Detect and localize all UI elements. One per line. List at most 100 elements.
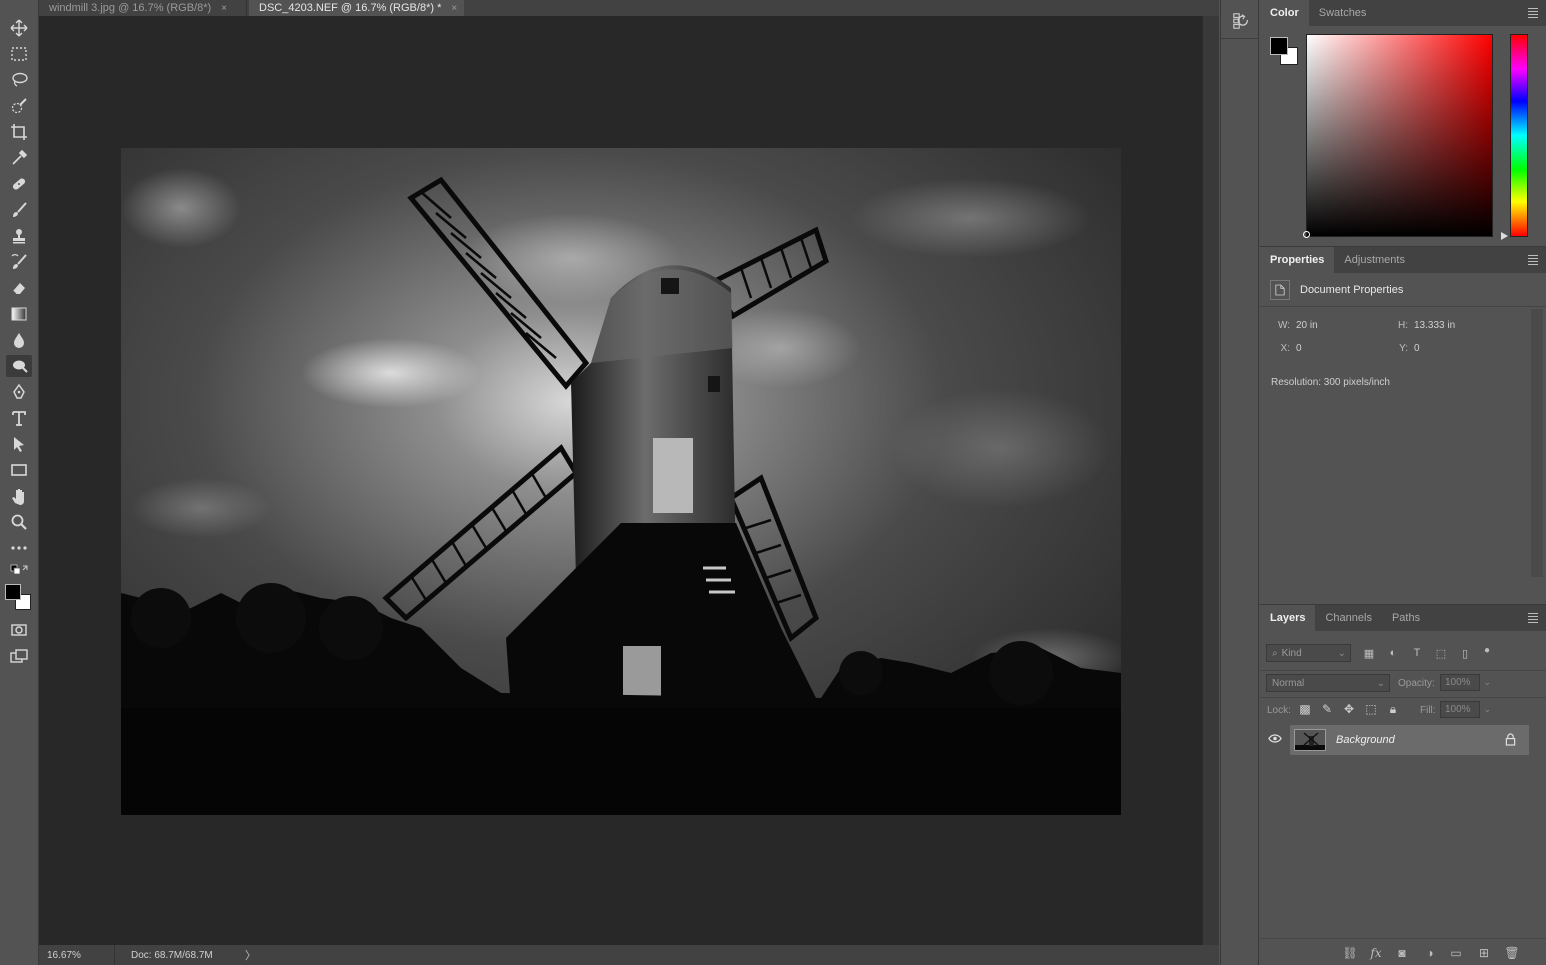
zoom-tool-icon[interactable] [6,511,32,533]
tab-paths[interactable]: Paths [1382,605,1430,631]
fill-value: 100% [1445,704,1471,715]
lock-transparent-pixels-icon[interactable]: ▩ [1298,702,1312,716]
new-group-folder-icon[interactable]: ▭ [1448,945,1464,961]
spectrum-picker-marker[interactable] [1303,231,1310,238]
more-tools-icon[interactable] [6,537,32,559]
hue-slider-marker[interactable] [1501,232,1508,240]
panel-menu-icon[interactable] [1528,253,1538,267]
layer-visibility-eye-icon[interactable] [1268,733,1284,747]
add-layer-mask-icon[interactable]: ◙ [1394,945,1410,961]
panel-menu-icon[interactable] [1528,6,1538,20]
layer-style-fx-icon[interactable]: fx [1368,945,1384,961]
brush-tool-icon[interactable] [6,199,32,221]
layer-name[interactable]: Background [1336,734,1395,746]
layer-kind-filter[interactable]: ⌕ Kind ⌄ [1266,644,1351,662]
document-tab-windmill[interactable]: windmill 3.jpg @ 16.7% (RGB/8*) × [39,0,247,16]
blur-tool-icon[interactable] [6,329,32,351]
rectangle-tool-icon[interactable] [6,459,32,481]
lock-label: Lock: [1267,705,1291,716]
properties-scrollbar[interactable] [1531,309,1543,577]
history-panel-icon[interactable] [1230,10,1252,32]
eyedropper-tool-icon[interactable] [6,147,32,169]
document-canvas[interactable] [39,16,1202,945]
height-value[interactable]: 13.333 in [1414,320,1455,331]
adjustment-layer-filter-icon[interactable]: ◐ [1386,646,1400,660]
type-tool-icon[interactable] [6,407,32,429]
quick-mask-icon[interactable] [6,619,32,641]
opacity-value: 100% [1445,677,1471,688]
layer-filter-row: ⌕ Kind ⌄ ▦ ◐ T ⬚ ▯ ● [1260,641,1546,665]
dock-divider [1221,38,1259,39]
collapsed-panel-dock [1220,0,1259,965]
pixel-layer-filter-icon[interactable]: ▦ [1362,646,1376,660]
x-field[interactable]: X: 0 [1270,343,1302,354]
quick-selection-tool-icon[interactable] [6,95,32,117]
width-value[interactable]: 20 in [1296,320,1318,331]
smart-object-filter-icon[interactable]: ▯ [1458,646,1472,660]
lock-image-pixels-icon[interactable]: ✎ [1320,702,1334,716]
tab-layers[interactable]: Layers [1260,605,1316,631]
pen-tool-icon[interactable] [6,381,32,403]
height-label: H: [1398,320,1408,331]
healing-brush-tool-icon[interactable] [6,173,32,195]
foreground-color-swatch[interactable] [5,584,21,600]
tab-channels[interactable]: Channels [1315,605,1381,631]
default-colors-icon[interactable] [6,563,32,577]
marquee-tool-icon[interactable] [6,43,32,65]
layer-lock-icon[interactable] [1505,733,1517,747]
width-label: W: [1277,320,1290,331]
path-selection-tool-icon[interactable] [6,433,32,455]
close-tab-icon[interactable]: × [221,3,227,14]
shape-layer-filter-icon[interactable]: ⬚ [1434,646,1448,660]
opacity-label: Opacity: [1398,678,1435,689]
lock-all-icon[interactable]: 🔒︎ [1386,702,1400,716]
fill-field[interactable]: 100% ⌄ [1440,701,1491,718]
layer-row-background[interactable]: Background [1290,725,1529,755]
document-tab-dsc4203[interactable]: DSC_4203.NEF @ 16.7% (RGB/8*) * × [249,0,464,16]
canvas-vertical-scrollbar[interactable] [1202,16,1219,945]
y-field[interactable]: Y: 0 [1388,343,1420,354]
foreground-color-swatch[interactable] [1270,37,1288,55]
move-tool-icon[interactable] [6,17,32,39]
link-layers-icon[interactable]: ⛓︎ [1342,945,1358,961]
zoom-level[interactable]: 16.67% [39,945,115,965]
tab-swatches[interactable]: Swatches [1309,0,1377,26]
foreground-background-swatch[interactable] [5,584,33,612]
prevent-autonest-icon[interactable]: ⬚ [1364,702,1378,716]
status-bar: 16.67% Doc: 68.7M/68.7M 〉 [39,945,1219,965]
status-menu-arrow-icon[interactable]: 〉 [245,947,256,963]
lasso-tool-icon[interactable] [6,69,32,91]
hand-tool-icon[interactable] [6,485,32,507]
screen-mode-icon[interactable] [6,645,32,667]
new-adjustment-layer-icon[interactable]: ◑ [1422,945,1438,961]
windmill-photo[interactable] [121,148,1121,815]
crop-tool-icon[interactable] [6,121,32,143]
color-spectrum-field[interactable] [1306,34,1493,237]
color-panel-swatches[interactable] [1270,37,1300,67]
layers-panel: Layers Channels Paths ⌕ Kind ⌄ ▦ ◐ T ⬚ ▯… [1260,604,1546,965]
width-field[interactable]: W: 20 in [1270,320,1318,331]
tab-adjustments[interactable]: Adjustments [1334,247,1415,273]
blend-mode-select[interactable]: Normal ⌄ [1266,674,1390,692]
close-tab-icon[interactable]: × [451,3,457,14]
delete-layer-trash-icon[interactable]: 🗑︎ [1504,945,1520,961]
lock-position-icon[interactable]: ✥ [1342,702,1356,716]
opacity-field[interactable]: 100% ⌄ [1440,674,1491,691]
x-value[interactable]: 0 [1296,343,1302,354]
clone-stamp-tool-icon[interactable] [6,225,32,247]
type-layer-filter-icon[interactable]: T [1410,646,1424,660]
filter-toggle-icon[interactable]: ● [1480,643,1494,657]
properties-panel: Properties Adjustments Document Properti… [1260,246,1546,602]
height-field[interactable]: H: 13.333 in [1388,320,1455,331]
tab-color[interactable]: Color [1260,0,1309,26]
eraser-tool-icon[interactable] [6,277,32,299]
tab-properties[interactable]: Properties [1260,247,1335,273]
dodge-tool-icon[interactable] [6,355,32,377]
history-brush-tool-icon[interactable] [6,251,32,273]
y-value[interactable]: 0 [1414,343,1420,354]
new-layer-icon[interactable]: ⊞ [1476,945,1492,961]
panel-menu-icon[interactable] [1528,611,1538,625]
properties-panel-tabs: Properties Adjustments [1260,247,1546,273]
gradient-tool-icon[interactable] [6,303,32,325]
hue-slider[interactable] [1510,34,1528,237]
